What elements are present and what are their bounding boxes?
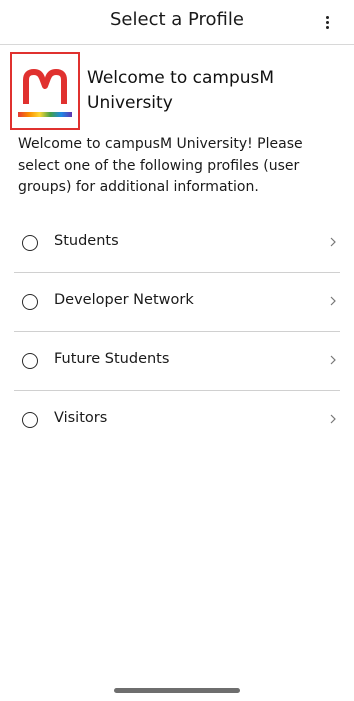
profile-item-students[interactable]: Students (14, 214, 340, 273)
profile-label: Future Students (54, 351, 170, 367)
campusm-logo-icon (18, 69, 72, 117)
chevron-right-icon (330, 414, 336, 424)
profile-label: Developer Network (54, 292, 194, 308)
app-bar: Select a Profile (0, 0, 354, 45)
profile-item-developer-network[interactable]: Developer Network (14, 273, 340, 332)
home-indicator[interactable] (114, 688, 240, 693)
profile-item-visitors[interactable]: Visitors (14, 391, 340, 449)
radio-unselected-icon[interactable] (22, 353, 38, 369)
profile-item-future-students[interactable]: Future Students (14, 332, 340, 391)
chevron-right-icon (330, 296, 336, 306)
welcome-description: Welcome to campusM University! Please se… (18, 136, 303, 195)
chevron-right-icon (330, 237, 336, 247)
profile-list: Students Developer Network Future Studen… (14, 214, 340, 449)
university-logo (10, 52, 80, 130)
chevron-right-icon (330, 355, 336, 365)
radio-unselected-icon[interactable] (22, 412, 38, 428)
page-title: Select a Profile (110, 9, 244, 30)
radio-unselected-icon[interactable] (22, 235, 38, 251)
profile-label: Students (54, 233, 119, 249)
profile-label: Visitors (54, 410, 108, 426)
welcome-title: Welcome to campusM University (87, 68, 275, 113)
more-options-icon[interactable] (318, 12, 336, 32)
radio-unselected-icon[interactable] (22, 294, 38, 310)
